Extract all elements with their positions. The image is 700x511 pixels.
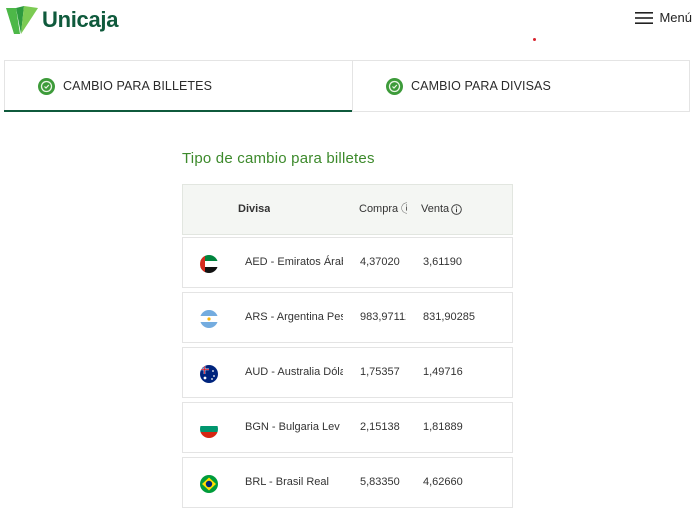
unicaja-logo-icon bbox=[6, 6, 38, 34]
brand-name: Unicaja bbox=[42, 7, 119, 32]
hamburger-icon bbox=[635, 11, 654, 24]
sell-rate: 1,81889 bbox=[423, 421, 463, 433]
venta-label: Venta bbox=[421, 203, 450, 215]
menu-button[interactable]: Menú bbox=[635, 10, 692, 25]
currency-name: BGN - Bulgaria Lev bbox=[245, 421, 340, 433]
sell-rate: 1,49716 bbox=[423, 366, 463, 378]
table-row: AUD - Australia Dólar 1,75357 1,49716 bbox=[182, 347, 513, 398]
tab-label: CAMBIO PARA BILLETES bbox=[63, 79, 213, 93]
currency-name: AUD - Australia Dólar bbox=[245, 366, 343, 378]
table-row: ARS - Argentina Peso 983,97112 831,90285 bbox=[182, 292, 513, 343]
buy-rate: 5,83350 bbox=[360, 476, 400, 488]
table-row: BGN - Bulgaria Lev 2,15138 1,81889 bbox=[182, 402, 513, 453]
uae-flag-icon bbox=[200, 255, 218, 273]
currency-name: ARS - Argentina Peso bbox=[245, 311, 343, 323]
exchange-tabs: CAMBIO PARA BILLETES CAMBIO PARA DIVISAS bbox=[4, 60, 690, 112]
column-header-divisa[interactable]: Divisa bbox=[238, 185, 270, 234]
compra-label: Compra bbox=[359, 203, 399, 215]
red-dot bbox=[533, 38, 536, 41]
tab-cambio-divisas[interactable]: CAMBIO PARA DIVISAS bbox=[353, 61, 689, 111]
currency-name: AED - Emiratos Árabes Unidos bbox=[245, 256, 343, 268]
menu-label: Menú bbox=[659, 10, 692, 25]
sell-rate: 831,90285 bbox=[423, 311, 475, 323]
coin-icon bbox=[38, 77, 55, 95]
bulgaria-flag-icon bbox=[200, 420, 218, 438]
buy-rate: 2,15138 bbox=[360, 421, 400, 433]
brazil-flag-icon bbox=[200, 475, 218, 493]
buy-rate: 983,97112 bbox=[360, 311, 406, 323]
column-header-venta[interactable]: Venta bbox=[421, 185, 462, 234]
coin-icon bbox=[386, 77, 403, 95]
sell-rate: 4,62660 bbox=[423, 476, 463, 488]
table-row: AED - Emiratos Árabes Unidos 4,37020 3,6… bbox=[182, 237, 513, 288]
section-title: Tipo de cambio para billetes bbox=[182, 150, 375, 167]
column-header-compra[interactable]: Compra ⓘ bbox=[359, 185, 407, 234]
buy-rate: 1,75357 bbox=[360, 366, 400, 378]
table-row: BRL - Brasil Real 5,83350 4,62660 bbox=[182, 457, 513, 508]
buy-rate: 4,37020 bbox=[360, 256, 400, 268]
currency-name: BRL - Brasil Real bbox=[245, 476, 329, 488]
sell-rate: 3,61190 bbox=[423, 256, 462, 268]
tab-cambio-billetes[interactable]: CAMBIO PARA BILLETES bbox=[4, 61, 353, 112]
header: Unicaja Menú bbox=[0, 0, 700, 46]
table-header: Divisa Compra ⓘ Venta bbox=[182, 184, 513, 235]
argentina-flag-icon bbox=[200, 310, 218, 328]
info-icon[interactable] bbox=[451, 204, 462, 215]
unicaja-logo[interactable]: Unicaja bbox=[4, 2, 118, 38]
australia-flag-icon bbox=[200, 365, 218, 383]
tab-label: CAMBIO PARA DIVISAS bbox=[411, 79, 551, 93]
